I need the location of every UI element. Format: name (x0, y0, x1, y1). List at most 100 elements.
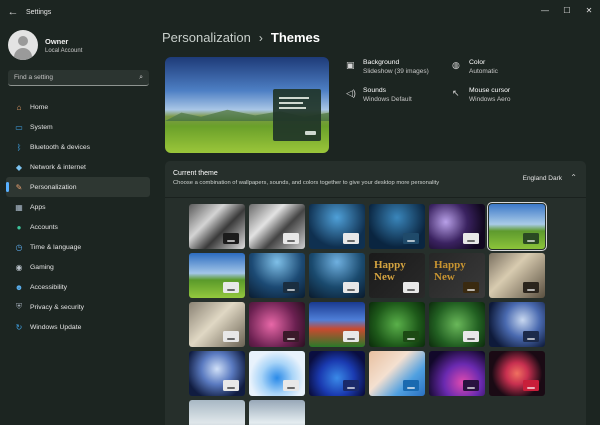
theme-tile[interactable] (249, 253, 305, 298)
sidebar-item-personalization[interactable]: ✎ Personalization (6, 177, 150, 197)
sidebar-item-label: Privacy & security (30, 303, 85, 311)
maximize-button[interactable]: ☐ (556, 0, 578, 20)
sidebar-item-system[interactable]: ▭ System (6, 117, 150, 137)
theme-tile[interactable] (189, 351, 245, 396)
current-theme-value: England Dark (522, 175, 562, 182)
breadcrumb-separator: › (258, 30, 263, 45)
back-arrow-icon[interactable]: ← (2, 0, 24, 24)
property-value: Automatic (469, 68, 498, 75)
theme-tile[interactable] (189, 253, 245, 298)
breadcrumb-parent[interactable]: Personalization (162, 30, 251, 45)
brush-icon: ✎ (15, 182, 23, 192)
shield-icon: ⛨ (16, 302, 22, 311)
theme-color-swatch (283, 282, 299, 293)
sidebar-item-accounts[interactable]: ● Accounts (6, 217, 150, 237)
background-property[interactable]: ▣ Background Slideshow (39 images) (346, 59, 429, 75)
user-profile[interactable]: Owner Local Account (8, 30, 82, 60)
theme-tile[interactable] (489, 253, 545, 298)
image-icon: ▣ (346, 60, 355, 70)
theme-tile[interactable] (489, 302, 545, 347)
sidebar-item-label: Personalization (30, 183, 77, 191)
theme-tile[interactable] (309, 253, 365, 298)
sidebar-item-gaming[interactable]: ◉ Gaming (6, 257, 150, 277)
theme-tile[interactable] (487, 202, 547, 251)
sidebar-item-privacy-security[interactable]: ⛨ Privacy & security (6, 297, 150, 317)
theme-tile[interactable] (369, 302, 425, 347)
search-input[interactable] (14, 74, 140, 81)
apps-icon: ▦ (15, 202, 23, 212)
sidebar-item-bluetooth-devices[interactable]: ᛒ Bluetooth & devices (6, 137, 150, 157)
home-icon: ⌂ (16, 102, 22, 112)
profile-account-type: Local Account (45, 47, 83, 54)
theme-tile[interactable] (369, 204, 425, 249)
chevron-up-icon[interactable]: ⌃ (570, 173, 577, 182)
theme-tile[interactable] (369, 351, 425, 396)
accounts-icon: ● (16, 222, 22, 232)
theme-tile[interactable] (249, 400, 305, 425)
property-label: Color (469, 59, 486, 66)
theme-tile[interactable] (309, 302, 365, 347)
theme-tile[interactable] (429, 351, 485, 396)
theme-color-swatch (523, 282, 539, 293)
sidebar-item-home[interactable]: ⌂ Home (6, 97, 150, 117)
theme-tile[interactable]: Happy New (429, 253, 485, 298)
sidebar-item-network-internet[interactable]: ◆ Network & internet (6, 157, 150, 177)
theme-tile[interactable] (189, 204, 245, 249)
profile-name: Owner (45, 36, 69, 46)
theme-color-swatch (403, 331, 419, 342)
title-bar: ← Settings — ☐ ✕ (0, 0, 600, 24)
minimize-button[interactable]: — (534, 0, 556, 20)
sounds-property[interactable]: ◁) Sounds Windows Default (346, 87, 412, 103)
sidebar-item-time-language[interactable]: ◷ Time & language (6, 237, 150, 257)
theme-color-swatch (463, 331, 479, 342)
theme-color-swatch (403, 282, 419, 293)
theme-tile-text: New (434, 271, 455, 283)
theme-color-swatch (283, 233, 299, 244)
theme-color-swatch (343, 233, 359, 244)
theme-grid: Happy New Happy New (165, 198, 586, 425)
theme-tile[interactable] (309, 204, 365, 249)
search-icon[interactable]: ⌕ (139, 74, 143, 82)
theme-color-swatch (223, 282, 239, 293)
theme-tile[interactable] (249, 302, 305, 347)
current-theme-card: Current theme Choose a combination of wa… (165, 161, 586, 425)
current-theme-title: Current theme (173, 170, 218, 177)
property-value: Windows Default (363, 96, 412, 103)
theme-color-swatch (523, 380, 539, 391)
theme-color-swatch (523, 331, 539, 342)
mouse-cursor-property[interactable]: ↖ Mouse cursor Windows Aero (452, 87, 511, 103)
theme-tile[interactable] (489, 351, 545, 396)
theme-tile[interactable]: Happy New (369, 253, 425, 298)
color-property[interactable]: ◍ Color Automatic (452, 59, 498, 75)
sidebar-item-label: Accounts (30, 223, 58, 231)
theme-color-swatch (463, 233, 479, 244)
theme-tile[interactable] (249, 351, 305, 396)
sidebar-item-accessibility[interactable]: ☻ Accessibility (6, 277, 150, 297)
theme-tile[interactable] (189, 302, 245, 347)
theme-tile-text: New (374, 271, 395, 283)
sidebar-item-windows-update[interactable]: ↻ Windows Update (6, 317, 150, 337)
sidebar-item-apps[interactable]: ▦ Apps (6, 197, 150, 217)
theme-tile[interactable] (429, 302, 485, 347)
theme-color-swatch (223, 331, 239, 342)
clock-icon: ◷ (15, 242, 23, 252)
window-controls: — ☐ ✕ (534, 0, 600, 20)
current-theme-header[interactable]: Current theme Choose a combination of wa… (165, 161, 586, 197)
theme-color-swatch (283, 331, 299, 342)
theme-tile[interactable] (249, 204, 305, 249)
close-button[interactable]: ✕ (578, 0, 600, 20)
sidebar-item-label: Apps (30, 203, 46, 211)
window-title: Settings (26, 8, 52, 16)
sidebar-nav: ⌂ Home ▭ System ᛒ Bluetooth & devices ◆ Network… (6, 97, 150, 337)
theme-color-swatch (343, 282, 359, 293)
theme-tile[interactable] (189, 400, 245, 425)
sidebar-item-label: Time & language (30, 243, 82, 251)
search-box[interactable]: ⌕ (8, 70, 149, 86)
property-value: Windows Aero (469, 96, 511, 103)
theme-tile[interactable] (429, 204, 485, 249)
theme-tile[interactable] (309, 351, 365, 396)
theme-preview (165, 57, 329, 153)
sidebar-item-label: Accessibility (30, 283, 68, 291)
theme-color-swatch (223, 380, 239, 391)
wifi-icon: ◆ (15, 162, 23, 172)
